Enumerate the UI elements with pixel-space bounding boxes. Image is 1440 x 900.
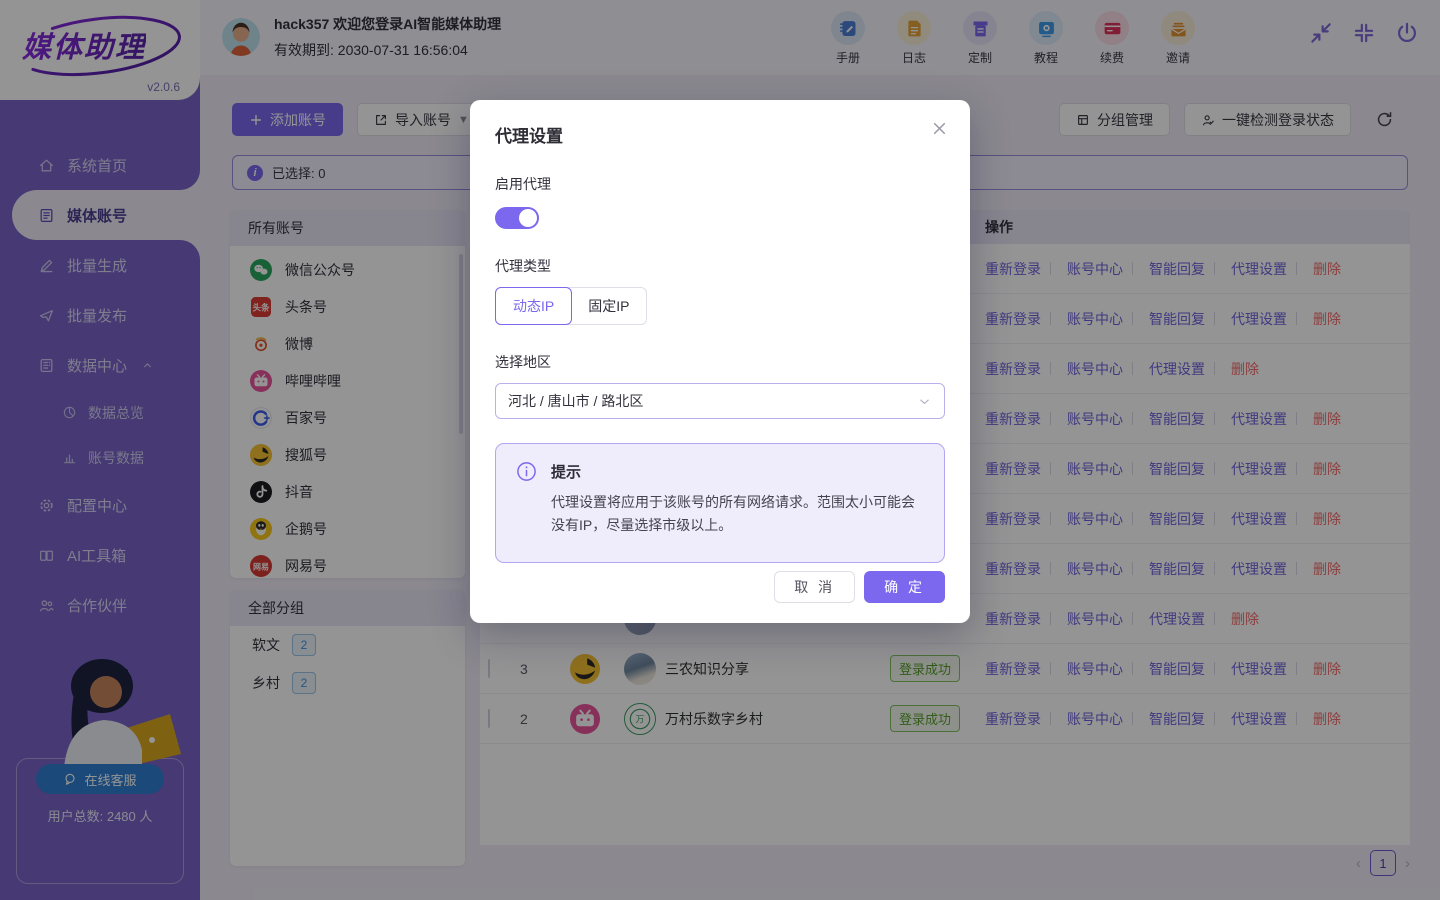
enable-proxy-toggle[interactable] bbox=[495, 207, 539, 229]
proxy-settings-dialog: 代理设置 启用代理 代理类型 动态IP 固定IP 选择地区 河北 / 唐山市 /… bbox=[470, 100, 970, 623]
close-icon[interactable] bbox=[931, 120, 948, 137]
proxy-type-label: 代理类型 bbox=[495, 256, 945, 276]
tip-text: 代理设置将应用于该账号的所有网络请求。范围太小可能会没有IP，尽量选择市级以上。 bbox=[551, 491, 924, 537]
enable-proxy-label: 启用代理 bbox=[495, 174, 945, 194]
app-window: 媒体助理 v2.0.6 系统首页媒体账号批量生成批量发布数据中心数据总览账号数据… bbox=[0, 0, 1440, 900]
toggle-knob bbox=[519, 209, 537, 227]
region-value: 河北 / 唐山市 / 路北区 bbox=[508, 391, 643, 411]
chevron-down-icon bbox=[917, 394, 932, 409]
info-circle-icon bbox=[516, 461, 537, 482]
proxy-type-dynamic-ip[interactable]: 动态IP bbox=[495, 287, 572, 325]
proxy-type-fixed-ip[interactable]: 固定IP bbox=[571, 288, 646, 324]
cancel-button[interactable]: 取 消 bbox=[774, 571, 855, 603]
tip-title: 提示 bbox=[551, 461, 581, 482]
dialog-actions: 取 消 确 定 bbox=[774, 571, 945, 603]
region-label: 选择地区 bbox=[495, 352, 945, 372]
proxy-type-segmented: 动态IP 固定IP bbox=[495, 287, 647, 325]
tip-header: 提示 bbox=[516, 461, 924, 482]
region-select[interactable]: 河北 / 唐山市 / 路北区 bbox=[495, 383, 945, 419]
proxy-tip-box: 提示 代理设置将应用于该账号的所有网络请求。范围太小可能会没有IP，尽量选择市级… bbox=[495, 443, 945, 563]
confirm-button[interactable]: 确 定 bbox=[864, 571, 945, 603]
dialog-title: 代理设置 bbox=[495, 122, 945, 147]
